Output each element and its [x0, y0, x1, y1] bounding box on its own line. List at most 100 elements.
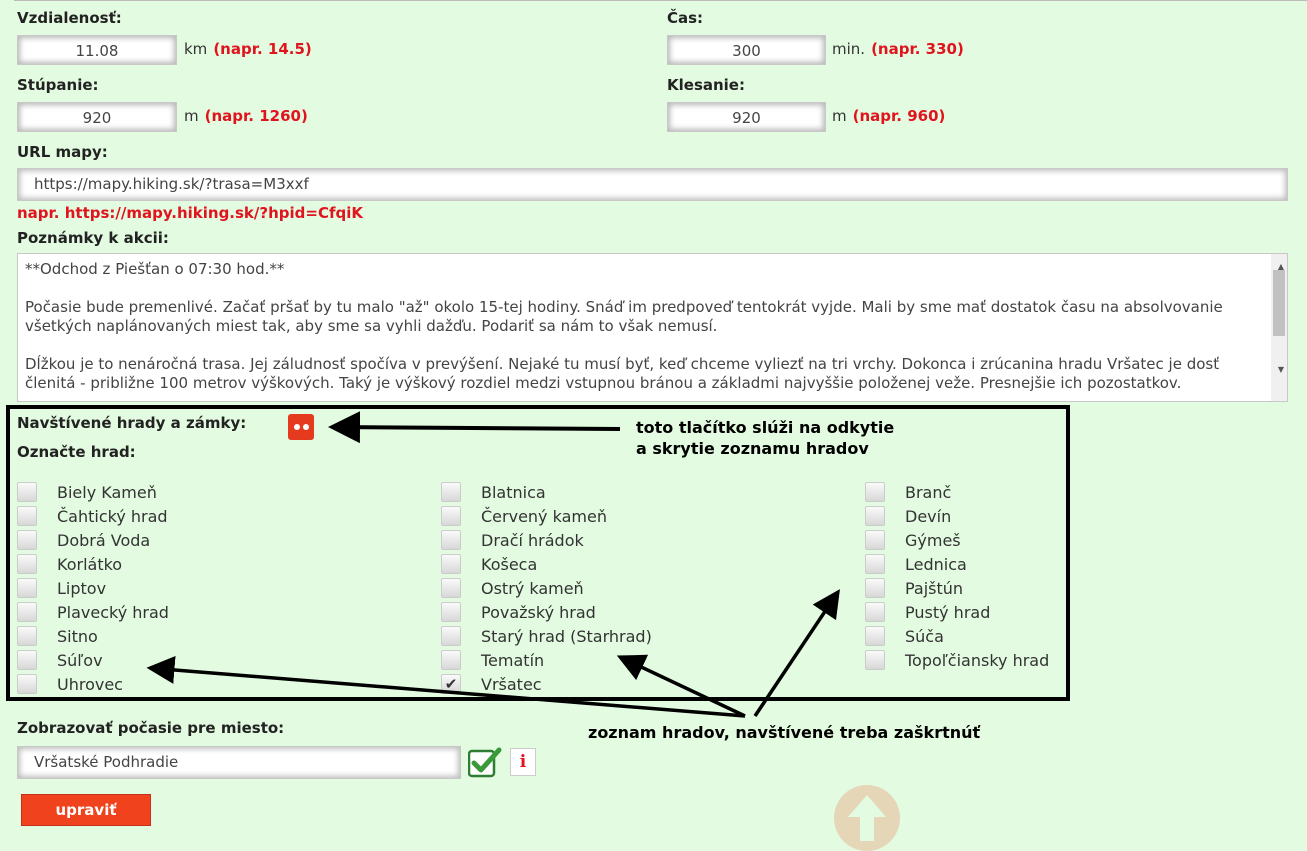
castle-checkbox-row[interactable]: ✔ Vršatec [441, 672, 652, 696]
castle-label: Vršatec [481, 674, 542, 694]
castle-checkbox-row[interactable]: Dobrá Voda [17, 528, 169, 552]
castle-checkbox[interactable] [17, 578, 37, 598]
castle-checkbox-row[interactable]: Uhrovec [17, 672, 169, 696]
castle-checkbox[interactable] [865, 626, 885, 646]
submit-button[interactable]: upraviť [21, 794, 151, 826]
toggle-list-icon[interactable] [288, 414, 314, 440]
distance-example: (napr. 14.5) [213, 40, 312, 58]
castle-checkbox-row[interactable]: Považský hrad [441, 600, 652, 624]
castle-checkbox[interactable] [17, 626, 37, 646]
castle-checkbox[interactable] [865, 578, 885, 598]
castle-label: Lednica [905, 554, 967, 574]
time-input[interactable]: 300 [667, 35, 826, 65]
castle-checkbox[interactable] [441, 578, 461, 598]
distance-unit: km [184, 40, 208, 58]
castle-checkbox-row[interactable]: Biely Kameň [17, 480, 169, 504]
castle-checkbox-row[interactable]: Devín [865, 504, 1049, 528]
castle-label: Starý hrad (Starhrad) [481, 626, 652, 646]
castle-checkbox-row[interactable]: Dračí hrádok [441, 528, 652, 552]
castle-checkbox-row[interactable]: Košeca [441, 552, 652, 576]
castle-checkbox-row[interactable]: Sitno [17, 624, 169, 648]
castle-checkbox[interactable] [17, 506, 37, 526]
castle-checkbox-row[interactable]: Topoľčiansky hrad [865, 648, 1049, 672]
castle-checkbox[interactable] [441, 554, 461, 574]
castle-checkbox[interactable] [17, 650, 37, 670]
scroll-thumb[interactable] [1273, 270, 1285, 336]
castle-checkbox-row[interactable]: Súľov [17, 648, 169, 672]
castle-label: Súľov [57, 650, 103, 670]
weather-label: Zobrazovať počasie pre miesto: [17, 719, 285, 737]
castle-checkbox-row[interactable]: Tematín [441, 648, 652, 672]
checkmark-icon[interactable] [468, 746, 502, 778]
castle-checkbox[interactable] [441, 482, 461, 502]
castle-label: Čahtický hrad [57, 506, 168, 526]
castle-label: Považský hrad [481, 602, 596, 622]
weather-location-input[interactable]: Vršatské Podhradie [17, 746, 461, 779]
castle-checkbox-row[interactable]: Ostrý kameň [441, 576, 652, 600]
castles-subtitle: Označte hrad: [17, 443, 136, 461]
castle-checkbox-row[interactable]: Pustý hrad [865, 600, 1049, 624]
castle-checkbox[interactable] [17, 482, 37, 502]
castle-checkbox[interactable] [865, 554, 885, 574]
map-url-label: URL mapy: [17, 143, 108, 161]
castle-checkbox[interactable] [865, 650, 885, 670]
castle-checkbox[interactable] [441, 626, 461, 646]
castle-label: Branč [905, 482, 952, 502]
castle-label: Devín [905, 506, 952, 526]
info-icon[interactable]: i [510, 748, 536, 776]
castle-checkbox[interactable] [865, 506, 885, 526]
castle-checkbox-row[interactable]: Červený kameň [441, 504, 652, 528]
castle-label: Dračí hrádok [481, 530, 584, 550]
castle-checkbox[interactable] [17, 602, 37, 622]
time-unit: min. [832, 40, 866, 58]
notes-textarea[interactable]: **Odchod z Piešťan o 07:30 hod.** Počasi… [17, 253, 1288, 402]
castle-checkbox[interactable] [441, 602, 461, 622]
castle-checkbox[interactable] [865, 530, 885, 550]
notes-paragraph: Počasie bude premenlivé. Začať pršať by … [25, 298, 1223, 335]
descent-example: (napr. 960) [852, 107, 946, 125]
scroll-down-icon[interactable]: ▼ [1278, 360, 1284, 379]
distance-input[interactable]: 11.08 [17, 35, 177, 65]
castle-column-3: Branč Devín Gýmeš Lednica Pajštún Pustý hrad S… [865, 480, 1049, 672]
ascent-unit: m [184, 107, 199, 125]
notes-scrollbar[interactable]: ▲ ▼ [1271, 254, 1287, 401]
descent-unit: m [832, 107, 847, 125]
castle-checkbox[interactable] [441, 530, 461, 550]
castle-checkbox[interactable] [17, 530, 37, 550]
ascent-input[interactable]: 920 [17, 102, 177, 132]
castle-checkbox[interactable]: ✔ [441, 674, 461, 694]
castle-checkbox[interactable] [17, 554, 37, 574]
castle-checkbox[interactable] [17, 674, 37, 694]
castle-checkbox[interactable] [865, 482, 885, 502]
castle-checkbox-row[interactable]: Liptov [17, 576, 169, 600]
castle-label: Gýmeš [905, 530, 961, 550]
time-unit-row: min. (napr. 330) [832, 40, 964, 58]
castle-checkbox-row[interactable]: Plavecký hrad [17, 600, 169, 624]
map-url-example: napr. https://mapy.hiking.sk/?hpid=CfqiK [17, 204, 363, 222]
castle-checkbox-row[interactable]: Gýmeš [865, 528, 1049, 552]
castle-label: Plavecký hrad [57, 602, 169, 622]
ascent-example: (napr. 1260) [204, 107, 308, 125]
toggle-note-line1: toto tlačítko slúži na odkytie [636, 418, 895, 437]
castle-checkbox[interactable] [441, 506, 461, 526]
arrow-up-icon[interactable] [832, 781, 902, 851]
distance-unit-row: km (napr. 14.5) [184, 40, 312, 58]
descent-unit-row: m (napr. 960) [832, 107, 945, 125]
castle-checkbox-row[interactable]: Pajštún [865, 576, 1049, 600]
castle-checkbox-row[interactable]: Korlátko [17, 552, 169, 576]
castle-checkbox-row[interactable]: Branč [865, 480, 1049, 504]
descent-input[interactable]: 920 [667, 102, 826, 132]
map-url-input[interactable]: https://mapy.hiking.sk/?trasa=M3xxf [17, 168, 1288, 201]
castle-checkbox-row[interactable]: Čahtický hrad [17, 504, 169, 528]
castle-column-1: Biely Kameň Čahtický hrad Dobrá Voda Korlát… [17, 480, 169, 696]
castle-checkbox-row[interactable]: Blatnica [441, 480, 652, 504]
castle-checkbox-row[interactable]: Lednica [865, 552, 1049, 576]
ascent-unit-row: m (napr. 1260) [184, 107, 308, 125]
castle-checkbox-row[interactable]: Starý hrad (Starhrad) [441, 624, 652, 648]
castle-checkbox-row[interactable]: Súča [865, 624, 1049, 648]
notes-paragraph: **Odchod z Piešťan o 07:30 hod.** [25, 260, 285, 278]
toggle-note: toto tlačítko slúži na odkytie a skrytie… [636, 417, 894, 459]
castle-checkbox[interactable] [865, 602, 885, 622]
castle-label: Blatnica [481, 482, 546, 502]
castle-checkbox[interactable] [441, 650, 461, 670]
